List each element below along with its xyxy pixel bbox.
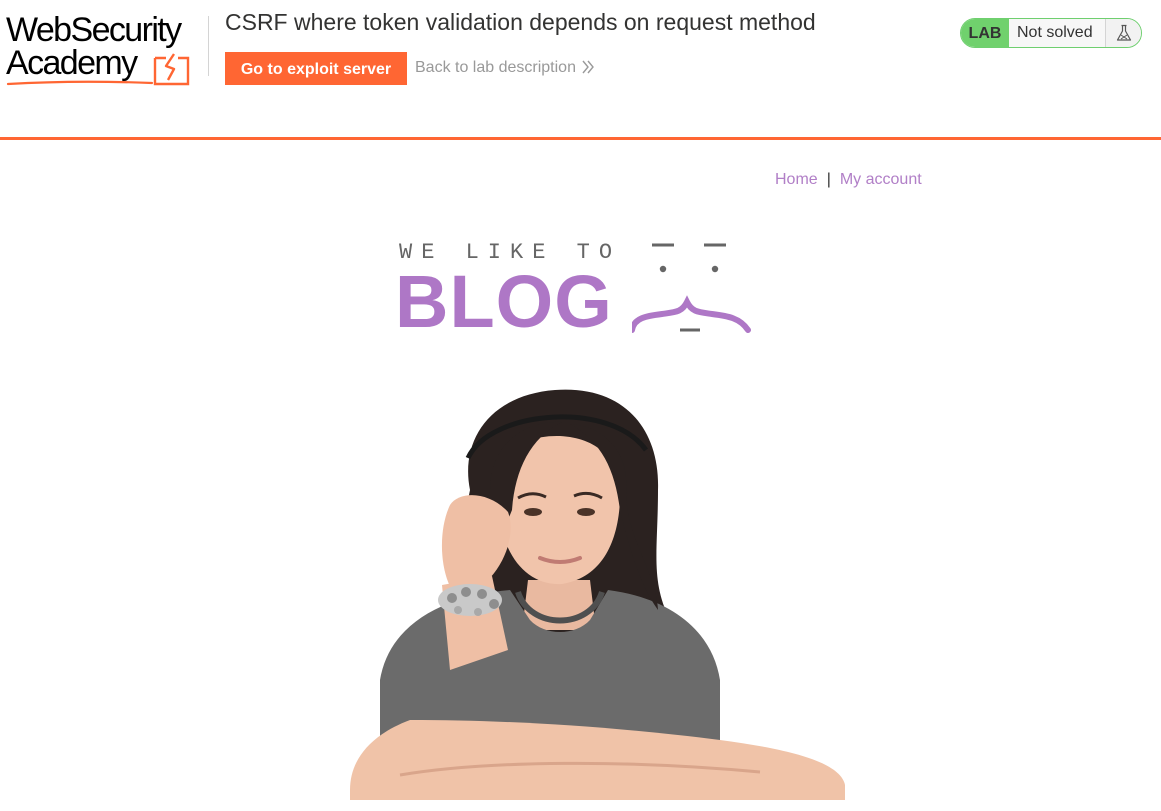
logo-underline-swoosh	[6, 80, 154, 86]
double-chevron-right-icon	[582, 60, 594, 74]
lab-title: CSRF where token validation depends on r…	[225, 9, 816, 35]
flask-icon	[1105, 19, 1141, 47]
academy-logo-icon	[153, 53, 190, 86]
back-link-label: Back to lab description	[415, 59, 576, 76]
my-account-link[interactable]: My account	[840, 171, 922, 188]
lab-status-text: Not solved	[1017, 24, 1093, 41]
blog-hero-image	[350, 389, 845, 800]
banner-blog-word: BLOG	[395, 260, 613, 343]
go-to-exploit-server-button[interactable]: Go to exploit server	[225, 52, 407, 85]
blog-banner: WE LIKE TO BLOG	[395, 238, 758, 342]
home-link[interactable]: Home	[775, 171, 818, 188]
academy-header: WebSecurity Academy CSRF where token val…	[0, 0, 1161, 140]
logo-text-line1: WebSecurity	[6, 11, 182, 49]
lab-badge: LAB	[961, 19, 1009, 47]
lab-status-widget: LAB Not solved	[960, 18, 1142, 48]
web-security-academy-logo[interactable]: WebSecurity Academy	[6, 11, 206, 90]
banner-face-icon	[632, 243, 751, 333]
back-to-lab-description-link[interactable]: Back to lab description	[415, 59, 594, 77]
blog-top-links: Home | My account	[775, 171, 922, 189]
header-divider	[208, 16, 209, 76]
nav-separator: |	[826, 171, 831, 188]
